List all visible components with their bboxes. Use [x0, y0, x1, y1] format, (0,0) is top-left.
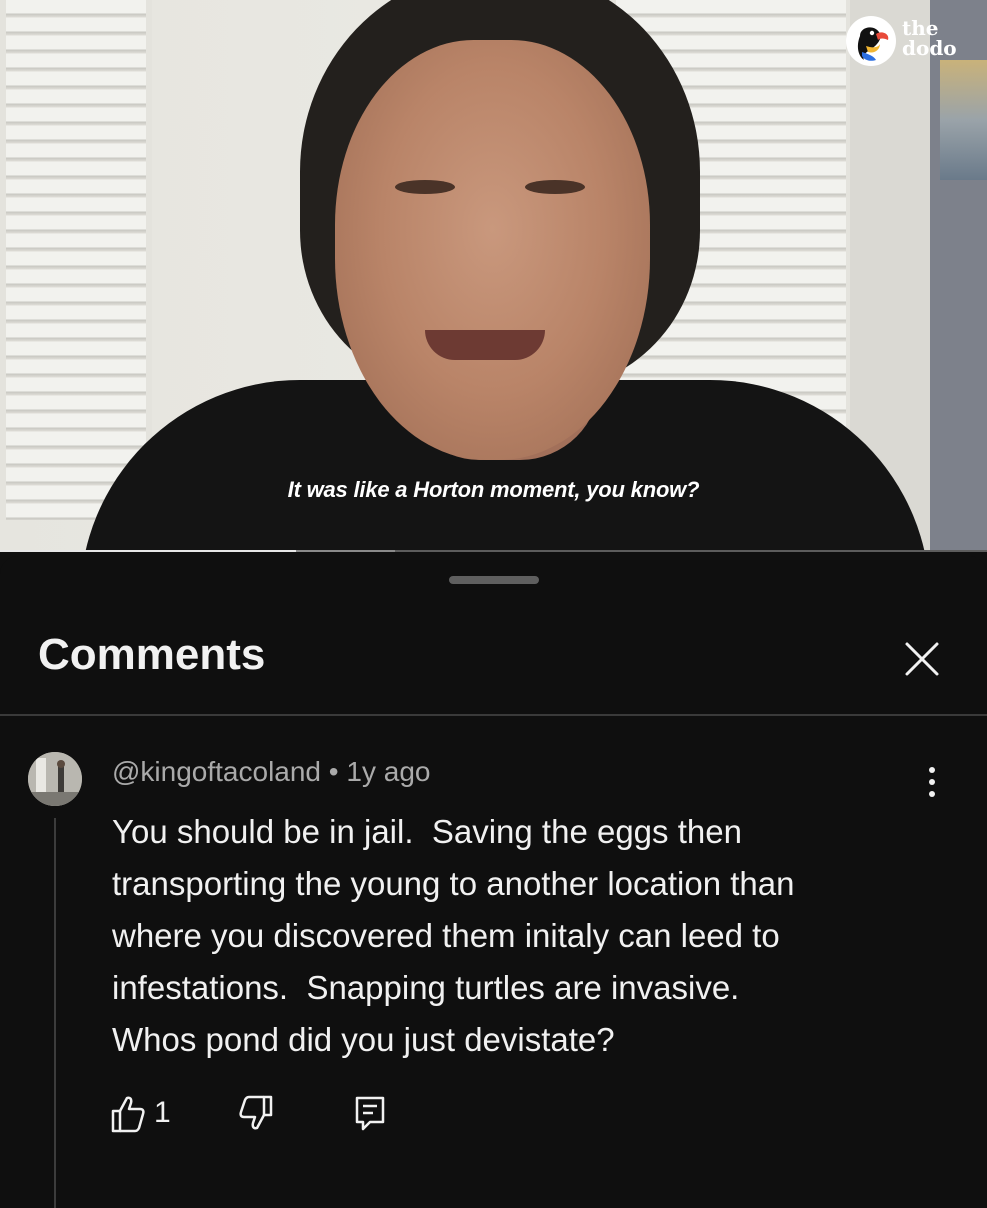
comment-line: transporting the young to another locati… — [112, 865, 795, 902]
like-count: 1 — [154, 1096, 171, 1129]
logo-text: the dodo — [902, 16, 957, 60]
person-eye-right — [525, 180, 585, 194]
dislike-button[interactable] — [238, 1092, 278, 1136]
comments-title: Comments — [38, 630, 266, 679]
comment-meta: @kingoftacoland • 1y ago — [112, 756, 430, 788]
avatar[interactable] — [28, 752, 82, 806]
thread-line — [54, 818, 56, 1208]
comment-author[interactable]: @kingoftacoland — [112, 756, 321, 787]
like-button[interactable]: 1 — [110, 1092, 184, 1136]
comments-sheet: Comments @kingoftacoland • 1y ago You sh… — [0, 556, 987, 1208]
comment-line: where you discovered them initaly can le… — [112, 917, 780, 954]
progress-played — [0, 550, 296, 552]
shutter-door-left — [0, 0, 152, 520]
video-player[interactable]: It was like a Horton moment, you know? t… — [0, 0, 987, 552]
thumbs-up-icon — [111, 1096, 145, 1133]
close-icon — [905, 642, 939, 676]
meta-separator: • — [328, 756, 339, 787]
more-options-button[interactable] — [914, 764, 950, 800]
wall-poster — [940, 60, 987, 180]
person-eye-left — [395, 180, 455, 194]
close-button[interactable] — [897, 634, 947, 684]
header-divider — [0, 714, 987, 716]
progress-buffered — [296, 550, 395, 552]
comment-time: 1y ago — [346, 756, 431, 787]
video-caption: It was like a Horton moment, you know? — [287, 477, 700, 502]
the-dodo-logo: the dodo — [846, 12, 976, 68]
person-face — [335, 40, 650, 460]
comment-line: Whos pond did you just devistate? — [112, 1021, 615, 1058]
more-vertical-icon — [929, 767, 935, 797]
comment-text: You should be in jail. Saving the eggs t… — [112, 806, 912, 1066]
thumbs-down-icon — [239, 1095, 273, 1130]
drag-handle[interactable] — [449, 576, 539, 584]
reply-button[interactable] — [352, 1092, 392, 1136]
comment-line: infestations. Snapping turtles are invas… — [112, 969, 740, 1006]
person-mouth — [425, 330, 545, 360]
video-progress-bar[interactable] — [0, 550, 987, 552]
reply-icon — [355, 1096, 385, 1131]
dodo-bird-icon — [846, 16, 896, 66]
comment-line: You should be in jail. Saving the eggs t… — [112, 813, 742, 850]
